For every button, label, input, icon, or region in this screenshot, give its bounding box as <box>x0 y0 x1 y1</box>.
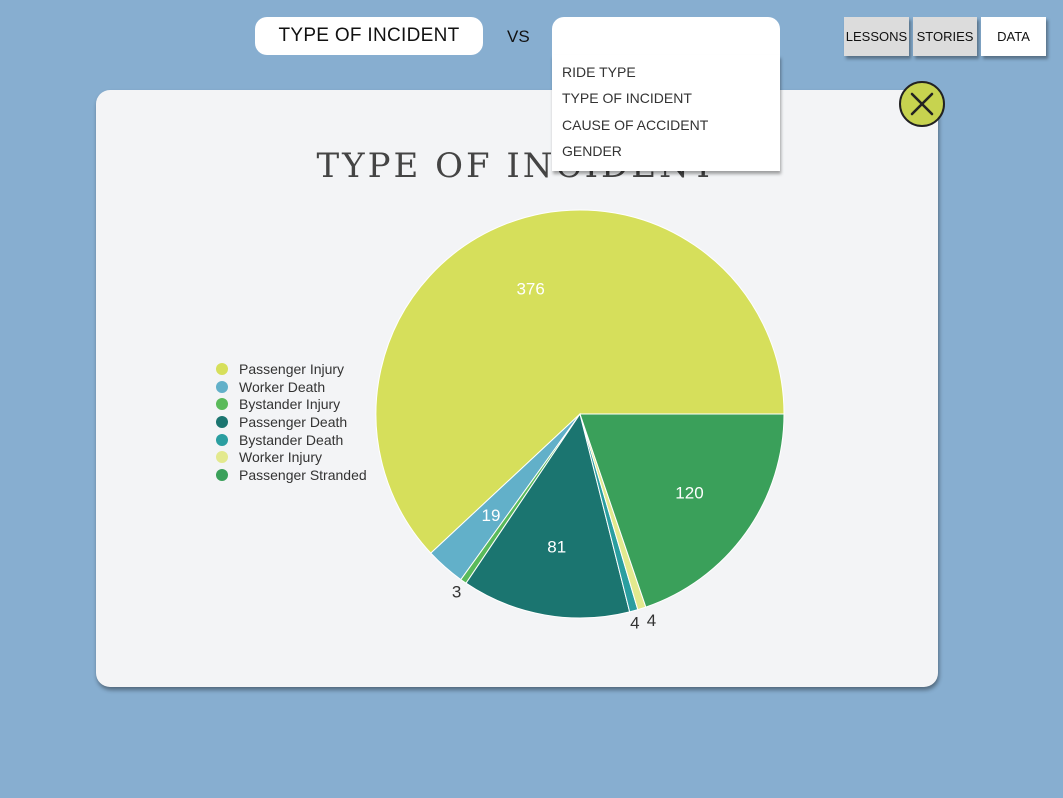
lessons-label: LESSONS <box>845 29 908 44</box>
pie-data-label: 81 <box>547 538 566 557</box>
data-label: DATA <box>997 29 1030 44</box>
pie-data-label: 4 <box>630 613 639 632</box>
close-x-icon <box>910 92 934 116</box>
secondary-category-selector[interactable] <box>552 17 780 55</box>
pie-data-label: 376 <box>516 280 544 299</box>
pie-data-label: 19 <box>482 506 501 525</box>
dropdown-option-cause-of-accident[interactable]: CAUSE OF ACCIDENT <box>562 117 708 133</box>
dropdown-option-type-of-incident[interactable]: TYPE OF INCIDENT <box>562 90 692 106</box>
lessons-button[interactable]: LESSONS <box>844 17 909 56</box>
pie-data-label: 3 <box>452 582 461 601</box>
data-button[interactable]: DATA <box>981 17 1046 56</box>
stories-label: STORIES <box>916 29 974 44</box>
dropdown-option-gender[interactable]: GENDER <box>562 143 622 159</box>
chart-panel: TYPE OF INCIDENT Passenger Injury Worker… <box>96 90 938 687</box>
category-dropdown-menu: RIDE TYPE TYPE OF INCIDENT CAUSE OF ACCI… <box>552 55 780 171</box>
primary-category-selector[interactable]: TYPE OF INCIDENT <box>255 17 483 55</box>
pie-chart: 376 19 3 81 4 4 120 <box>375 209 785 632</box>
vs-label: VS <box>507 27 530 46</box>
stories-button[interactable]: STORIES <box>913 17 977 56</box>
close-button[interactable] <box>899 81 945 127</box>
pie-data-label: 120 <box>675 483 703 502</box>
primary-category-label: TYPE OF INCIDENT <box>278 25 460 46</box>
dropdown-option-ride-type[interactable]: RIDE TYPE <box>562 64 636 80</box>
pie-data-label: 4 <box>647 611 656 630</box>
